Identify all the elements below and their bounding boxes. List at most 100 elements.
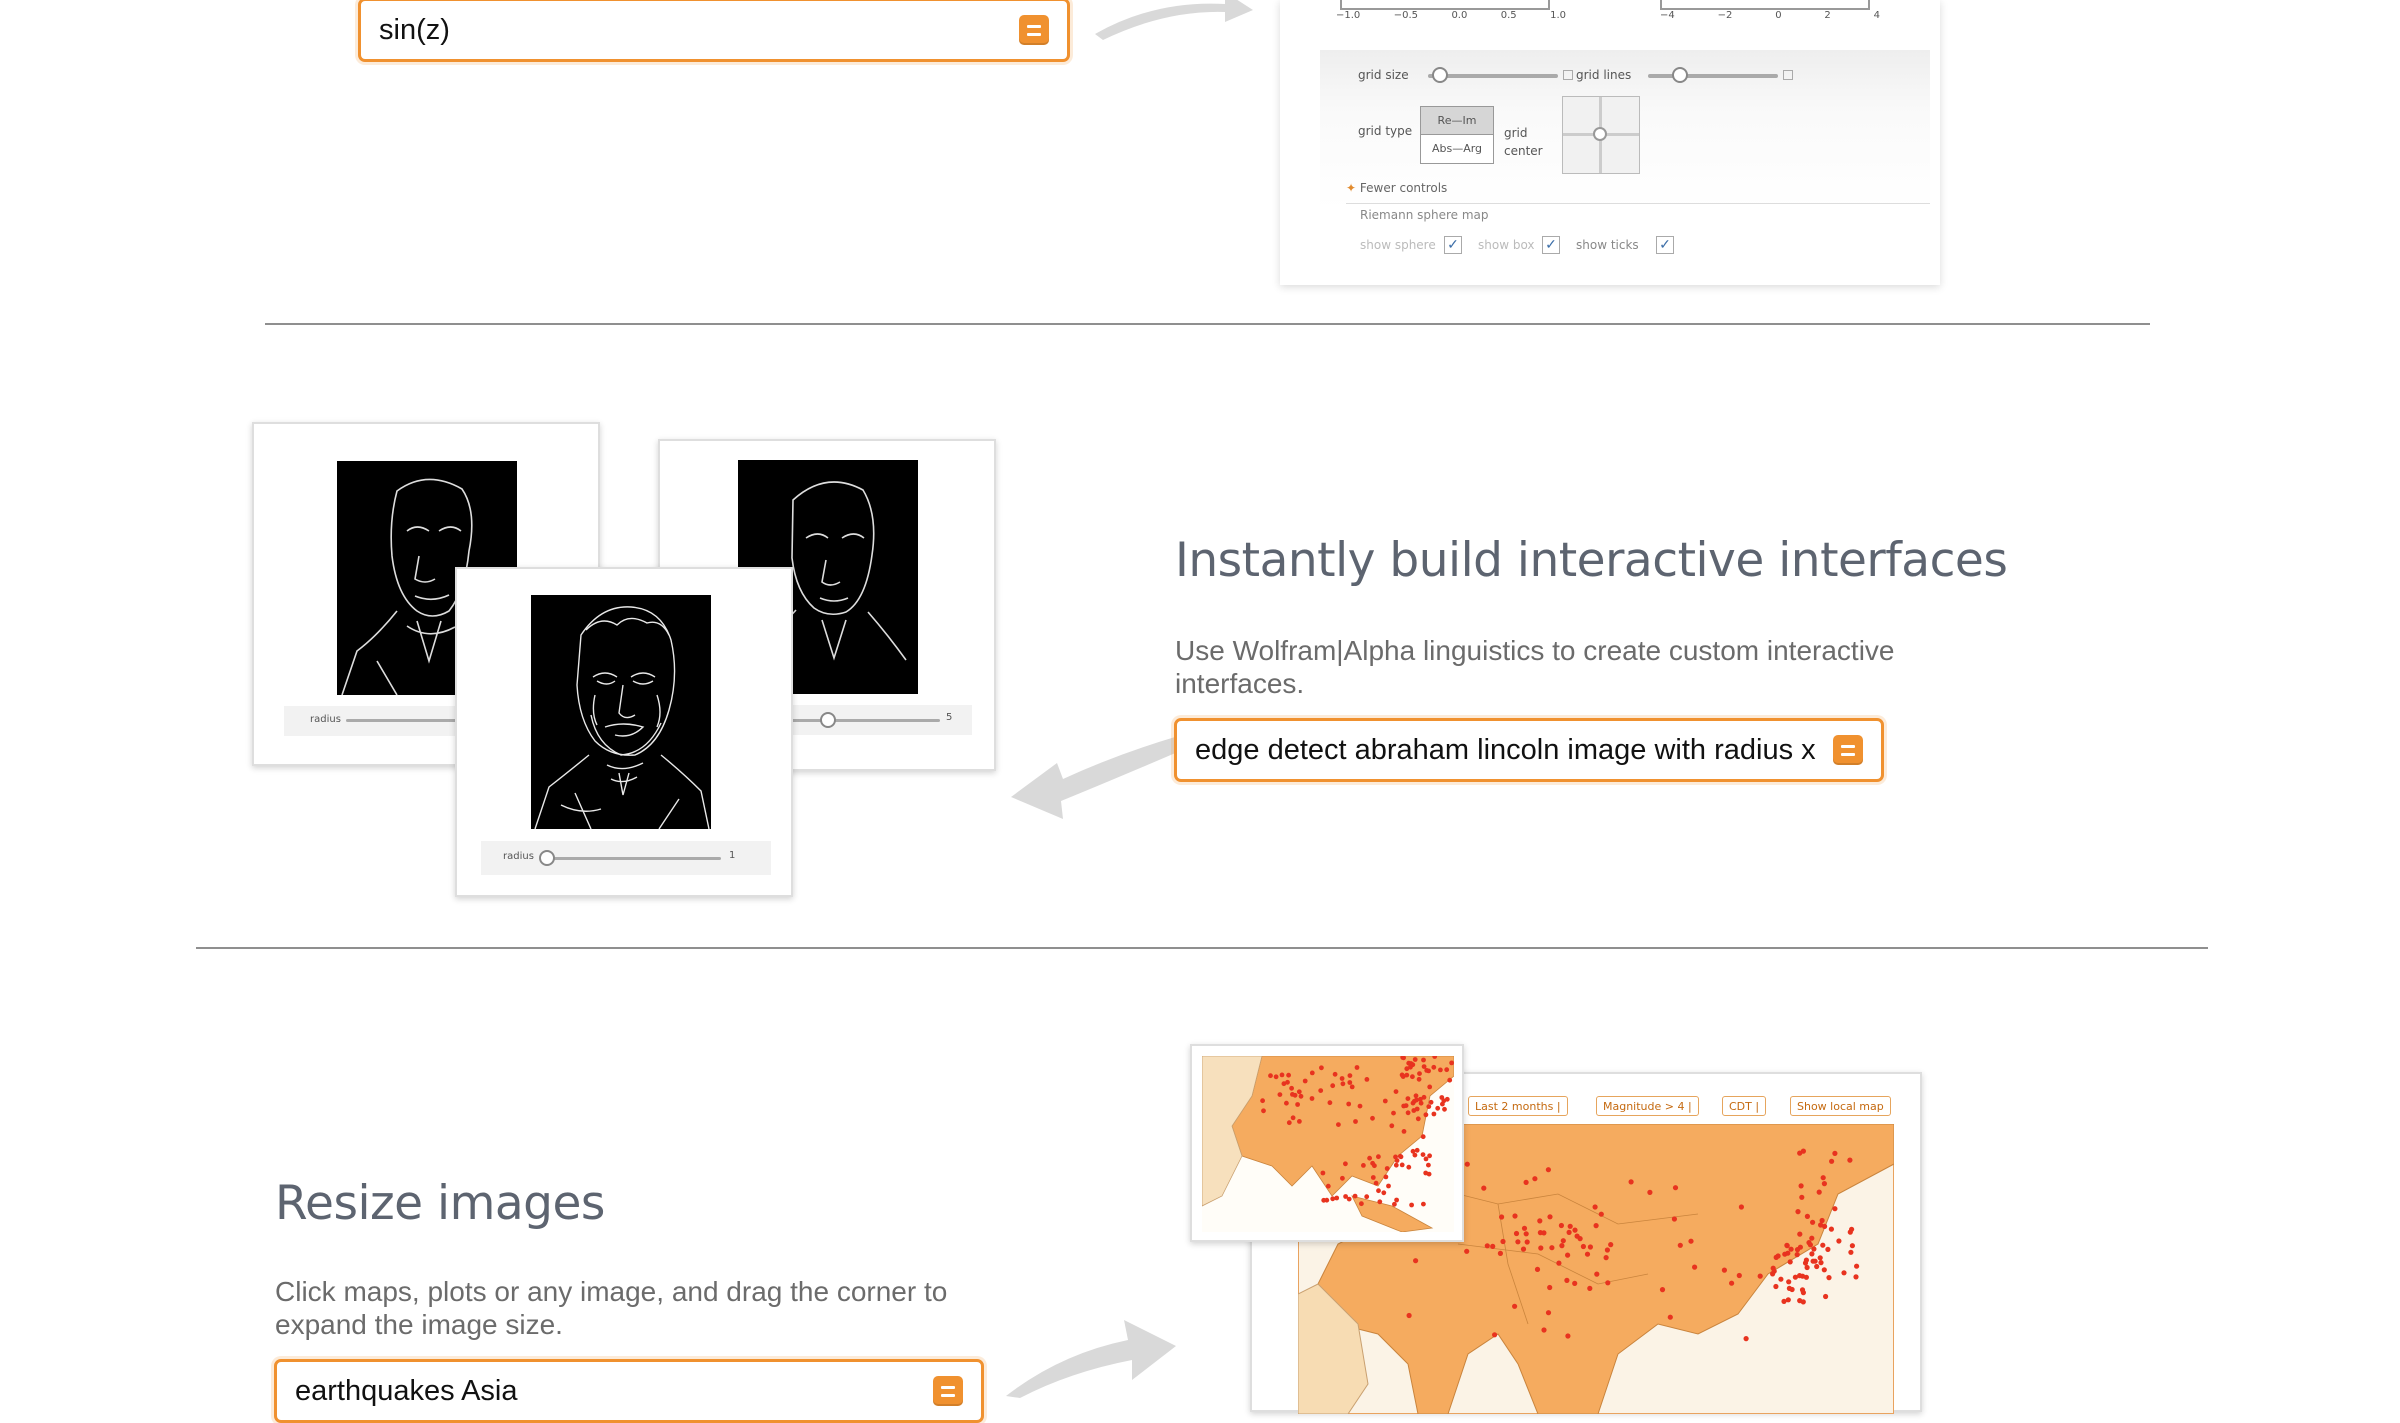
earthquake-dot bbox=[1832, 1150, 1838, 1156]
query-input-edge-detect[interactable]: edge detect abraham lincoln image with r… bbox=[1174, 718, 1884, 782]
earthquake-dot bbox=[1364, 1194, 1370, 1200]
earthquake-dot bbox=[1810, 1219, 1816, 1225]
earthquake-dot bbox=[1587, 1244, 1593, 1250]
earthquake-dot bbox=[1431, 1111, 1437, 1117]
earthquake-map-small[interactable] bbox=[1190, 1044, 1464, 1242]
grid-type-abs-arg[interactable]: Abs—Arg bbox=[1421, 134, 1493, 162]
earthquake-dot bbox=[1383, 1174, 1389, 1180]
earthquake-dot bbox=[1297, 1119, 1302, 1124]
earthquake-dot bbox=[1389, 1123, 1395, 1129]
earthquake-dot bbox=[1829, 1158, 1835, 1164]
radius-slider-front[interactable] bbox=[541, 857, 721, 860]
earthquake-dot bbox=[1541, 1327, 1547, 1333]
radius-knob-front[interactable] bbox=[539, 850, 555, 866]
compute-button[interactable] bbox=[933, 1376, 963, 1406]
earthquake-dot bbox=[1373, 1180, 1379, 1186]
show-sphere-checkbox[interactable]: ✓ bbox=[1444, 236, 1462, 254]
earthquake-dot bbox=[1566, 1229, 1572, 1235]
earthquake-dot bbox=[1677, 1242, 1683, 1248]
earthquake-dot bbox=[1810, 1258, 1816, 1264]
earthquake-dot bbox=[1431, 1064, 1437, 1070]
earthquake-dot bbox=[1284, 1100, 1289, 1106]
query-text: earthquakes Asia bbox=[295, 1374, 518, 1407]
show-local-map-button[interactable]: Show local map bbox=[1790, 1096, 1891, 1116]
earthquake-dot bbox=[1357, 1103, 1363, 1109]
earthquake-dot bbox=[1667, 1314, 1673, 1320]
earthquake-dot bbox=[1603, 1255, 1609, 1261]
earthquake-dot bbox=[1580, 1243, 1586, 1250]
filter-cdt[interactable]: CDT | bbox=[1722, 1096, 1767, 1116]
earthquake-dot bbox=[1349, 1084, 1355, 1090]
radius-knob-right[interactable] bbox=[820, 712, 836, 728]
earthquake-dot bbox=[1332, 1071, 1338, 1077]
earthquake-dot bbox=[1784, 1243, 1790, 1249]
earthquake-dot bbox=[1817, 1255, 1823, 1261]
grid-center-label: grid center bbox=[1504, 126, 1543, 158]
show-ticks-checkbox[interactable]: ✓ bbox=[1656, 236, 1674, 254]
earthquake-dot bbox=[1587, 1285, 1593, 1291]
grid-lines-knob[interactable] bbox=[1672, 67, 1688, 83]
earthquake-dot bbox=[1296, 1089, 1302, 1095]
earthquake-dot bbox=[1721, 1267, 1727, 1273]
earthquake-dot bbox=[1370, 1175, 1376, 1180]
earthquake-dot bbox=[1825, 1246, 1831, 1252]
earthquake-dot bbox=[1547, 1284, 1553, 1291]
earthquake-dot bbox=[1497, 1250, 1503, 1256]
earthquake-dot bbox=[1415, 1116, 1421, 1122]
grid-center-pad[interactable] bbox=[1562, 96, 1640, 174]
earthquake-dot bbox=[1775, 1253, 1781, 1259]
earthquake-dot bbox=[1411, 1108, 1417, 1113]
grid-type-re-im[interactable]: Re—Im bbox=[1421, 107, 1493, 134]
earthquake-dot bbox=[1420, 1134, 1426, 1140]
earthquake-dot bbox=[1394, 1197, 1399, 1203]
radius-slider-right[interactable] bbox=[790, 719, 940, 722]
grid-type-toggle[interactable]: Re—Im Abs—Arg bbox=[1420, 106, 1494, 164]
filter-last-2-months[interactable]: Last 2 months | bbox=[1468, 1096, 1568, 1116]
earthquake-dot bbox=[1382, 1098, 1388, 1104]
fewer-controls-link[interactable]: ✦ Fewer controls bbox=[1346, 181, 1447, 195]
grid-lines-slider[interactable] bbox=[1648, 74, 1778, 78]
earthquake-dot bbox=[1534, 1266, 1541, 1272]
earthquake-dot bbox=[1404, 1072, 1410, 1078]
earthquake-dot bbox=[1414, 1147, 1420, 1153]
edge-card-front: radius 1 bbox=[455, 567, 793, 897]
earthquake-dot bbox=[1340, 1175, 1345, 1181]
earthquake-dot bbox=[1778, 1276, 1784, 1282]
radius-value-right: 5 bbox=[946, 712, 953, 723]
earthquake-dot bbox=[1786, 1279, 1792, 1285]
grid-size-label: grid size bbox=[1358, 68, 1409, 82]
earthquake-dot bbox=[1399, 1162, 1405, 1168]
earthquake-dot bbox=[1261, 1108, 1266, 1114]
earthquake-dot bbox=[1545, 1310, 1552, 1316]
earthquake-dot bbox=[1417, 1071, 1422, 1076]
earthquake-dot bbox=[1420, 1152, 1426, 1157]
earthquake-dot bbox=[1339, 1076, 1345, 1081]
earthquake-dot bbox=[1757, 1273, 1763, 1279]
grid-size-knob[interactable] bbox=[1432, 67, 1448, 83]
earthquake-dot bbox=[1738, 1204, 1744, 1210]
filter-magnitude[interactable]: Magnitude > 4 | bbox=[1596, 1096, 1699, 1116]
earthquake-dot bbox=[1426, 1104, 1432, 1109]
earthquake-dot bbox=[1605, 1280, 1611, 1286]
earthquake-dot bbox=[1558, 1222, 1564, 1229]
earthquake-dot bbox=[1401, 1129, 1407, 1134]
earthquake-dot bbox=[1405, 1110, 1411, 1116]
earthquake-dot bbox=[1426, 1162, 1431, 1168]
compute-button[interactable] bbox=[1833, 735, 1863, 765]
earthquake-dot bbox=[1849, 1226, 1855, 1232]
earthquake-dot bbox=[1736, 1272, 1742, 1279]
earthquake-dot bbox=[1330, 1083, 1336, 1089]
compute-button[interactable] bbox=[1019, 15, 1049, 45]
riemann-label: Riemann sphere map bbox=[1360, 208, 1489, 222]
query-input-sin[interactable]: sin(z) bbox=[358, 0, 1070, 62]
query-input-earthquakes[interactable]: earthquakes Asia bbox=[274, 1359, 984, 1423]
earthquake-dot bbox=[1260, 1098, 1265, 1104]
earthquake-dot bbox=[1325, 1183, 1331, 1189]
radius-value-front: 1 bbox=[729, 850, 736, 861]
earthquake-dot bbox=[1523, 1179, 1529, 1185]
show-box-checkbox[interactable]: ✓ bbox=[1542, 236, 1560, 254]
earthquake-dot bbox=[1541, 1230, 1547, 1236]
earthquake-dot bbox=[1520, 1246, 1527, 1252]
earthquake-dot bbox=[1416, 1076, 1422, 1082]
earthquake-dot bbox=[1797, 1273, 1803, 1279]
